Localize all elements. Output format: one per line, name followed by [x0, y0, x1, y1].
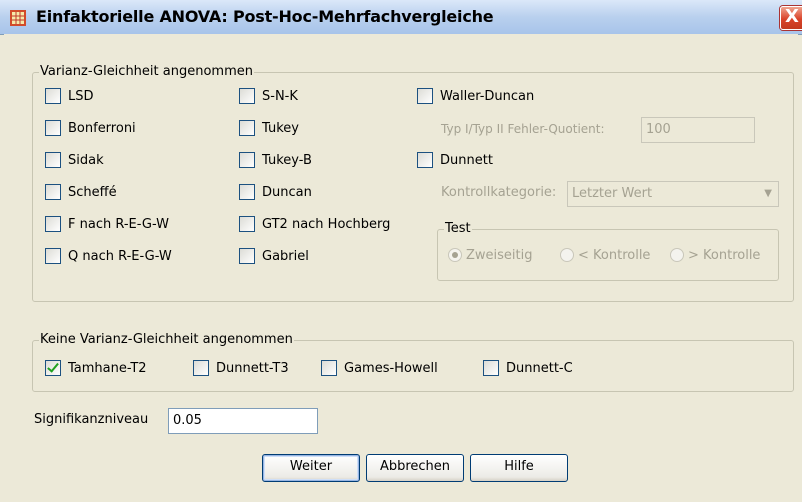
checkbox-f-regw[interactable]: F nach R-E-G-W — [45, 215, 169, 235]
checkbox-box[interactable] — [239, 215, 255, 232]
checkbox-label: GT2 nach Hochberg — [262, 217, 391, 232]
unequal-variance-group: Keine Varianz-Gleichheit angenommen Tamh… — [32, 332, 794, 392]
checkbox-box[interactable] — [239, 183, 255, 200]
checkbox-tukey-b[interactable]: Tukey-B — [239, 151, 312, 171]
checkbox-label: Dunnett-T3 — [216, 361, 289, 376]
checkbox-label: Games-Howell — [344, 361, 438, 376]
dialog-body: Varianz-Gleichheit angenommen LSD Bonfer… — [4, 34, 798, 498]
checkbox-q-regw[interactable]: Q nach R-E-G-W — [45, 247, 172, 267]
checkbox-box[interactable] — [417, 151, 433, 168]
checkbox-label: F nach R-E-G-W — [68, 217, 170, 232]
checkbox-label: Bonferroni — [68, 121, 136, 136]
checkbox-box[interactable] — [45, 183, 61, 200]
radio-button[interactable] — [560, 247, 574, 262]
checkbox-label: LSD — [68, 89, 94, 104]
cancel-button[interactable]: Abbrechen — [366, 454, 464, 482]
checkbox-waller-duncan[interactable]: Waller-Duncan — [417, 87, 534, 107]
checkbox-box[interactable] — [239, 151, 255, 168]
ratio-input[interactable]: 100 — [641, 117, 755, 143]
control-category-value: Letzter Wert — [572, 186, 653, 201]
checkbox-dunnett-t3[interactable]: Dunnett-T3 — [193, 359, 289, 379]
checkbox-box[interactable] — [45, 87, 61, 104]
equal-variance-group: Varianz-Gleichheit angenommen LSD Bonfer… — [32, 64, 794, 302]
checkbox-sidak[interactable]: Sidak — [45, 151, 104, 171]
checkbox-label: Q nach R-E-G-W — [68, 249, 172, 264]
unequal-variance-legend: Keine Varianz-Gleichheit angenommen — [39, 332, 294, 347]
checkbox-lsd[interactable]: LSD — [45, 87, 94, 107]
checkbox-dunnett[interactable]: Dunnett — [417, 151, 493, 171]
checkbox-label: Dunnett — [440, 153, 493, 168]
close-icon: X — [785, 6, 799, 27]
checkbox-label: Tukey-B — [262, 153, 312, 168]
checkbox-label: S-N-K — [262, 89, 298, 104]
radio-two-sided[interactable]: Zweiseitig — [448, 246, 533, 266]
dialog-window: Einfaktorielle ANOVA: Post-Hoc-Mehrfachv… — [0, 0, 802, 502]
checkbox-box[interactable] — [483, 359, 499, 376]
radio-label: < Kontrolle — [578, 248, 651, 263]
checkbox-label: Scheffé — [68, 185, 117, 200]
checkbox-box[interactable] — [45, 247, 61, 264]
radio-greater-control[interactable]: > Kontrolle — [670, 246, 760, 266]
test-group: Test Zweiseitig < Kontrolle > Kontrolle — [437, 221, 779, 281]
checkbox-box[interactable] — [45, 359, 61, 376]
checkbox-label: Tukey — [262, 121, 299, 136]
checkbox-box[interactable] — [239, 87, 255, 104]
continue-button[interactable]: Weiter — [262, 454, 360, 482]
checkbox-gt2-hochberg[interactable]: GT2 nach Hochberg — [239, 215, 390, 235]
title-bar[interactable]: Einfaktorielle ANOVA: Post-Hoc-Mehrfachv… — [0, 0, 802, 35]
checkbox-box[interactable] — [193, 359, 209, 376]
significance-input[interactable]: 0.05 — [168, 408, 318, 434]
checkbox-label: Duncan — [262, 185, 312, 200]
checkbox-tamhane-t2[interactable]: Tamhane-T2 — [45, 359, 147, 379]
radio-label: > Kontrolle — [688, 248, 761, 263]
chevron-down-icon: ▼ — [764, 188, 772, 199]
radio-button[interactable] — [670, 247, 684, 262]
window-title: Einfaktorielle ANOVA: Post-Hoc-Mehrfachv… — [36, 7, 494, 26]
checkbox-tukey[interactable]: Tukey — [239, 119, 299, 139]
radio-less-control[interactable]: < Kontrolle — [560, 246, 650, 266]
checkbox-box[interactable] — [45, 119, 61, 136]
checkbox-box[interactable] — [45, 215, 61, 232]
equal-variance-legend: Varianz-Gleichheit angenommen — [39, 64, 254, 79]
close-button[interactable]: X — [780, 6, 802, 30]
ratio-label: Typ I/Typ II Fehler-Quotient: — [441, 122, 605, 136]
checkbox-label: Gabriel — [262, 249, 309, 264]
checkbox-games-howell[interactable]: Games-Howell — [321, 359, 438, 379]
checkbox-label: Dunnett-C — [506, 361, 573, 376]
checkbox-label: Waller-Duncan — [440, 89, 535, 104]
checkbox-dunnett-c[interactable]: Dunnett-C — [483, 359, 573, 379]
checkbox-box[interactable] — [321, 359, 337, 376]
radio-button[interactable] — [448, 247, 462, 262]
control-category-label: Kontrollkategorie: — [441, 185, 557, 200]
test-legend: Test — [444, 221, 472, 236]
checkbox-scheffe[interactable]: Scheffé — [45, 183, 117, 203]
checkbox-box[interactable] — [45, 151, 61, 168]
checkbox-box[interactable] — [239, 119, 255, 136]
checkbox-snk[interactable]: S-N-K — [239, 87, 298, 107]
checkbox-label: Tamhane-T2 — [68, 361, 147, 376]
checkbox-box[interactable] — [417, 87, 433, 104]
checkbox-duncan[interactable]: Duncan — [239, 183, 312, 203]
significance-label: Signifikanzniveau — [34, 412, 149, 427]
checkbox-label: Sidak — [68, 153, 104, 168]
checkbox-bonferroni[interactable]: Bonferroni — [45, 119, 136, 139]
checkbox-gabriel[interactable]: Gabriel — [239, 247, 309, 267]
help-button[interactable]: Hilfe — [470, 454, 568, 482]
radio-label: Zweiseitig — [466, 248, 533, 263]
spss-table-icon — [10, 10, 26, 26]
checkbox-box[interactable] — [239, 247, 255, 264]
control-category-select[interactable]: Letzter Wert ▼ — [567, 181, 779, 207]
